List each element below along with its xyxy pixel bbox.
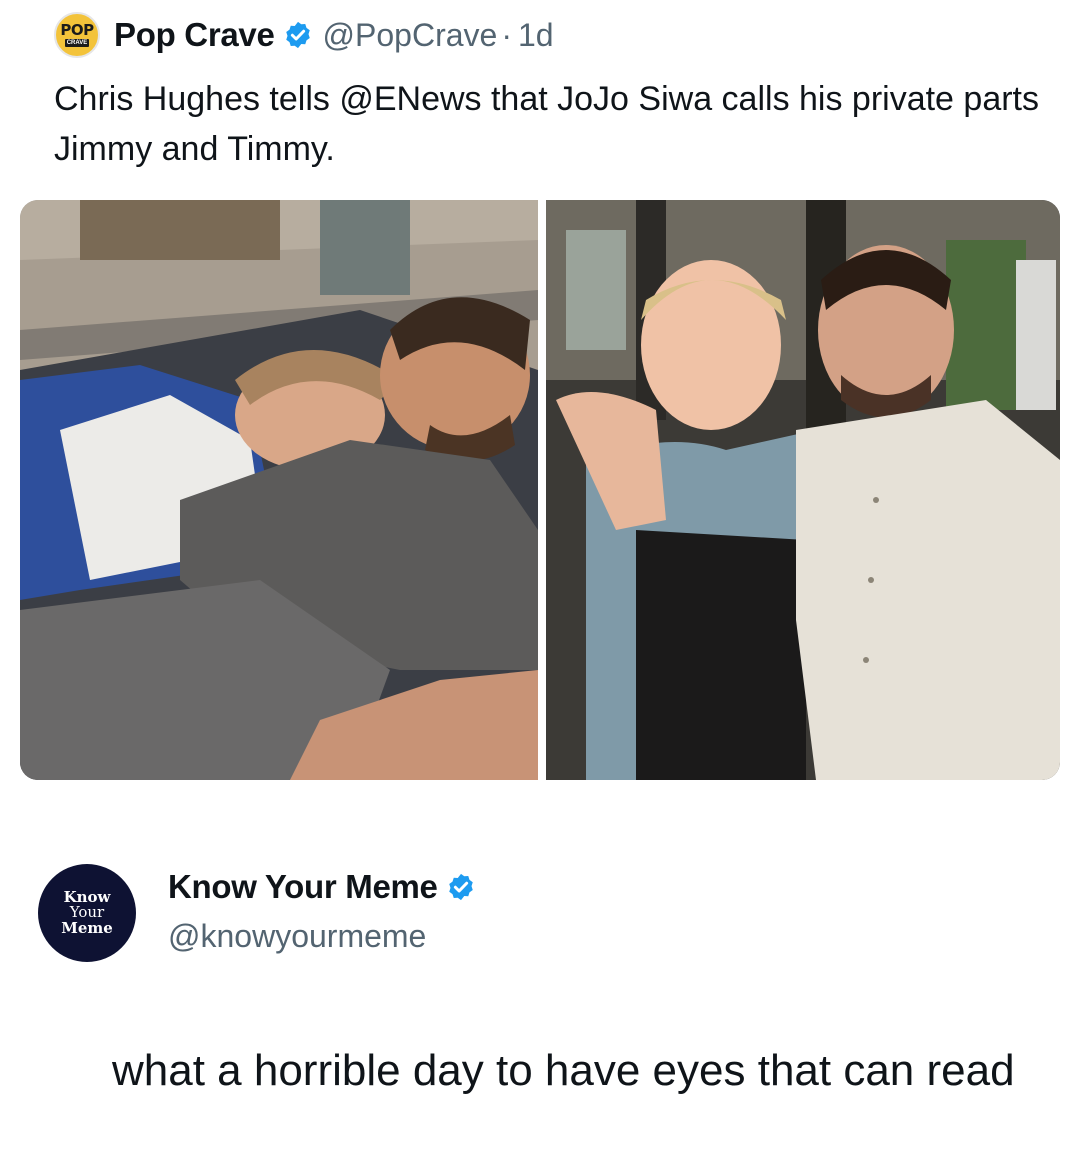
quoted-tweet[interactable]: POP CRAVE Pop Crave @PopCrave · 1d Chris… (0, 0, 1080, 800)
kym-avatar[interactable]: Know Your Meme (38, 864, 136, 962)
reply-text: what a horrible day to have eyes that ca… (112, 1046, 1015, 1095)
reply-author-name[interactable]: Know Your Meme (168, 868, 438, 906)
tweet-media[interactable] (20, 200, 1060, 780)
author-name[interactable]: Pop Crave (114, 16, 275, 54)
verified-badge-icon (446, 872, 476, 902)
popcrave-avatar[interactable]: POP CRAVE (54, 12, 100, 58)
tweet-timestamp[interactable]: 1d (518, 17, 554, 54)
avatar-logo-text: POP (60, 21, 94, 39)
reply-author-handle[interactable]: @knowyourmeme (168, 918, 426, 955)
reply-author-row: Know Your Meme (168, 864, 476, 910)
tweet-header: POP CRAVE Pop Crave @PopCrave · 1d (54, 12, 554, 58)
avatar-logo-subtext: CRAVE (64, 39, 90, 47)
avatar-word-meme: Meme (61, 918, 113, 937)
separator-dot: · (501, 16, 512, 53)
tweet-text: Chris Hughes tells @ENews that JoJo Siwa… (54, 80, 1040, 168)
author-handle[interactable]: @PopCrave (323, 17, 498, 54)
verified-badge-icon (283, 20, 313, 50)
photo-lying-on-couch-icon[interactable] (20, 200, 538, 780)
photo-posing-at-restaurant-icon[interactable] (546, 200, 1060, 780)
